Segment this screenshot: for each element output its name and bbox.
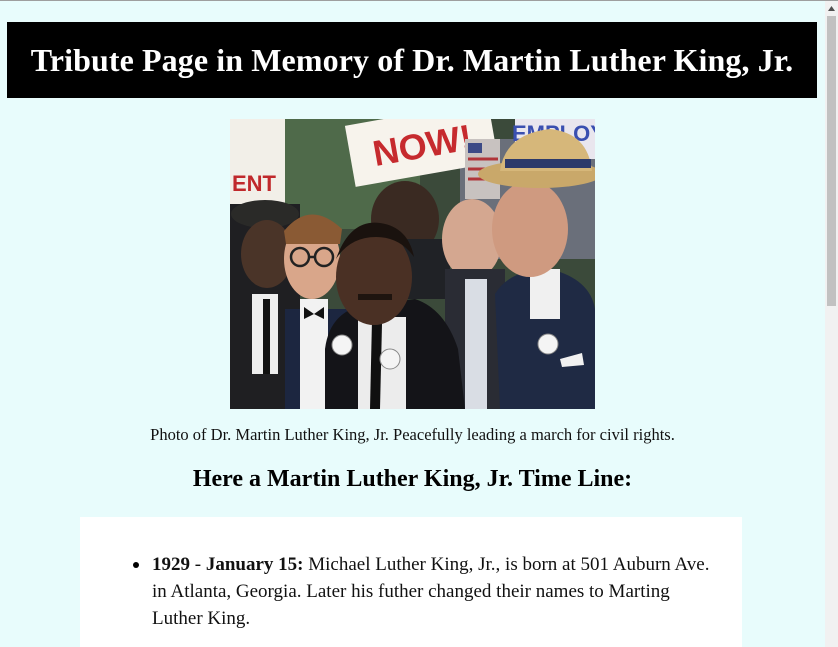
timeline-separator: - (190, 554, 206, 575)
page-header: Tribute Page in Memory of Dr. Martin Lut… (7, 22, 817, 98)
timeline-container: 1929 - January 15: Michael Luther King, … (80, 517, 742, 647)
scrollbar-thumb[interactable] (827, 16, 836, 306)
tribute-photo: ENT NOW! EMPLOY (230, 119, 595, 409)
timeline-year: 1929 (152, 554, 190, 575)
timeline-title: Here a Martin Luther King, Jr. Time Line… (192, 466, 633, 492)
timeline-item: 1929 - January 15: Michael Luther King, … (133, 551, 712, 632)
sign-text-left: ENT (232, 171, 277, 196)
vertical-scrollbar[interactable] (825, 1, 838, 647)
timeline-date: January 15: (205, 554, 304, 575)
page-title: Tribute Page in Memory of Dr. Martin Lut… (30, 41, 794, 78)
page-viewport: Tribute Page in Memory of Dr. Martin Lut… (0, 1, 825, 647)
photo-caption: Photo of Dr. Martin Luther King, Jr. Pea… (150, 425, 675, 444)
scroll-up-arrow-icon[interactable] (825, 1, 838, 15)
